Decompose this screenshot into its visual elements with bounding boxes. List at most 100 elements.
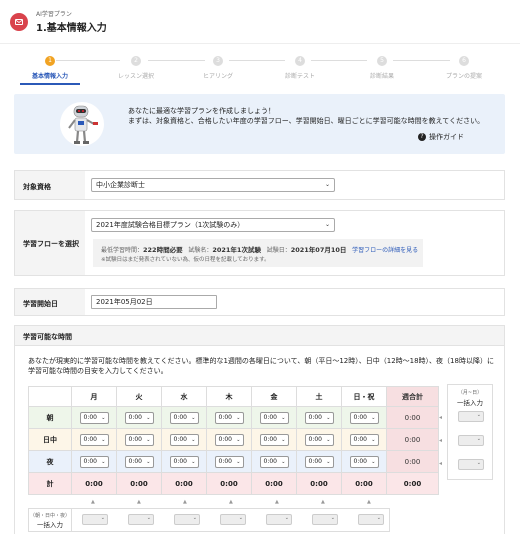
bulk-select-wed[interactable]: ⌄	[174, 514, 200, 525]
day-total: 0:00	[161, 472, 207, 495]
time-select[interactable]: 0:00 ⌄	[214, 433, 244, 446]
bulk-select-mon[interactable]: ⌄	[82, 514, 108, 525]
time-select[interactable]: 0:00 ⌄	[259, 433, 289, 446]
date-value: 2021年07月10日	[290, 246, 347, 254]
qualification-value: 中小企業診断士	[96, 181, 145, 189]
arrow-up-icon: ▲	[183, 499, 187, 505]
step-number: 4	[295, 56, 305, 66]
day-header: 月	[71, 386, 117, 407]
qualification-select[interactable]: 中小企業診断士 ⌄	[91, 178, 335, 192]
time-select[interactable]: 0:00 ⌄	[169, 433, 199, 446]
availability-description: あなたが現実的に学習可能な時間を教えてください。標準的な1週間の各曜日について、…	[28, 356, 498, 376]
time-select[interactable]: 0:00 ⌄	[214, 411, 244, 424]
schedule-table: 月 火 水 木 金 土 日・祝 週合計 朝 0:00 ⌄ 0:00 ⌄ 0:00 ⌄ …	[28, 386, 439, 495]
day-total: 0:00	[206, 472, 252, 495]
time-select[interactable]: 0:00 ⌄	[79, 455, 109, 468]
step-number: 6	[459, 56, 469, 66]
step-number: 5	[377, 56, 387, 66]
arrow-left-icon: ◂	[439, 460, 443, 467]
step-5: 5 診断結果	[347, 56, 417, 80]
row-total: 0:00	[386, 428, 439, 451]
bulk-input-by-slot: （朝・日中・夜） 一括入力 ⌄ ⌄ ⌄ ⌄ ⌄ ⌄ ⌄	[28, 508, 390, 532]
bulk-bottom-sub: （朝・日中・夜）	[29, 513, 70, 519]
start-date-input[interactable]: 2021年05月02日	[91, 295, 217, 309]
page-title: 1.基本情報入力	[36, 23, 107, 34]
bulk-select-daytime[interactable]: ⌄	[458, 435, 484, 446]
page-header: AI学習プラン 1.基本情報入力	[0, 0, 520, 44]
chevron-down-icon: ⌄	[324, 221, 330, 228]
arrow-left-icon: ◂	[439, 414, 443, 421]
row-label: 朝	[28, 406, 72, 429]
bulk-select-sun[interactable]: ⌄	[358, 514, 384, 525]
time-select[interactable]: 0:00 ⌄	[349, 455, 379, 468]
arrow-up-icon: ▲	[91, 499, 95, 505]
step-label: 基本情報入力	[31, 73, 68, 80]
time-select[interactable]: 0:00 ⌄	[349, 411, 379, 424]
day-header: 水	[161, 386, 207, 407]
flow-note: ※試験日はまだ発表されていない為、仮の日程を記載しております。	[101, 257, 270, 263]
guide-line-1: あなたに最適な学習プランを作成しましょう！	[128, 107, 275, 115]
time-select[interactable]: 0:00 ⌄	[79, 433, 109, 446]
bulk-select-morning[interactable]: ⌄	[458, 411, 484, 422]
operation-guide-link[interactable]: ? 操作ガイド	[418, 132, 464, 142]
flow-value: 2021年度試験合格目標プラン（1次試験のみ）	[96, 221, 245, 229]
time-select[interactable]: 0:00 ⌄	[304, 455, 334, 468]
step-1[interactable]: 1 基本情報入力	[15, 56, 85, 80]
time-select[interactable]: 0:00 ⌄	[169, 455, 199, 468]
step-4: 4 診断テスト	[265, 56, 335, 80]
start-date-label: 学習開始日	[23, 300, 58, 308]
time-select[interactable]: 0:00 ⌄	[214, 455, 244, 468]
table-row: 夜 0:00 ⌄ 0:00 ⌄ 0:00 ⌄ 0:00 ⌄ 0:00 ⌄ 0:00 ⌄ 0:…	[28, 450, 439, 473]
time-select[interactable]: 0:00 ⌄	[124, 455, 154, 468]
progress-stepper: 1 基本情報入力 2 レッスン選択 3 ヒアリング 4 診断テスト 5 診断結果…	[0, 56, 520, 82]
bulk-right-sub: （月~日）	[457, 390, 483, 396]
operation-guide-label: 操作ガイド	[429, 133, 464, 141]
bulk-select-fri[interactable]: ⌄	[266, 514, 292, 525]
active-step-underline	[20, 83, 80, 85]
guide-line-2: まずは、対象資格と、合格したい年度の学習フロー、学習開始日、曜日ごとに学習可能な…	[128, 117, 485, 125]
flow-info-box: 最低学習時間：222時間必要 試験名：2021年1次試験 試験日：2021年07…	[93, 239, 423, 267]
availability-title: 学習可能な時間	[15, 326, 504, 346]
start-date-row: 学習開始日 2021年05月02日	[14, 288, 505, 316]
day-header: 火	[116, 386, 162, 407]
bulk-select-night[interactable]: ⌄	[458, 459, 484, 470]
sum-row: 計 0:00 0:00 0:00 0:00 0:00 0:00 0:00 0:0…	[28, 472, 439, 495]
arrow-left-icon: ◂	[439, 437, 443, 444]
guide-banner: あなたに最適な学習プランを作成しましょう！ まずは、対象資格と、合格したい年度の…	[14, 94, 505, 154]
time-select[interactable]: 0:00 ⌄	[304, 411, 334, 424]
step-number: 1	[45, 56, 55, 66]
arrow-up-icon: ▲	[321, 499, 325, 505]
flow-select[interactable]: 2021年度試験合格目標プラン（1次試験のみ） ⌄	[91, 218, 335, 232]
time-select[interactable]: 0:00 ⌄	[259, 411, 289, 424]
time-select[interactable]: 0:00 ⌄	[124, 433, 154, 446]
time-select[interactable]: 0:00 ⌄	[349, 433, 379, 446]
bulk-select-thu[interactable]: ⌄	[220, 514, 246, 525]
step-label: 診断結果	[369, 73, 394, 80]
arrow-up-icon: ▲	[229, 499, 233, 505]
weekly-total-header: 週合計	[386, 386, 439, 407]
time-select[interactable]: 0:00 ⌄	[169, 411, 199, 424]
exam-label: 試験名：	[188, 247, 213, 254]
time-select[interactable]: 0:00 ⌄	[79, 411, 109, 424]
table-row: 日中 0:00 ⌄ 0:00 ⌄ 0:00 ⌄ 0:00 ⌄ 0:00 ⌄ 0:00 ⌄ 0…	[28, 428, 439, 451]
robot-icon	[60, 102, 104, 146]
sum-label: 計	[28, 472, 72, 495]
availability-desc-line-2: 学習可能な時間の目安を入力してください。	[28, 367, 168, 375]
row-total: 0:00	[386, 450, 439, 473]
step-number: 3	[213, 56, 223, 66]
corner-cell	[28, 386, 72, 407]
bulk-select-sat[interactable]: ⌄	[312, 514, 338, 525]
qualification-row: 対象資格 中小企業診断士 ⌄	[14, 170, 505, 200]
time-select[interactable]: 0:00 ⌄	[259, 455, 289, 468]
flow-label: 学習フローを選択	[23, 240, 79, 248]
flow-detail-link[interactable]: 学習フローの詳細を見る	[352, 247, 418, 254]
step-2: 2 レッスン選択	[101, 56, 171, 80]
bulk-bottom-label: 一括入力	[37, 521, 63, 529]
day-header: 木	[206, 386, 252, 407]
row-label: 日中	[28, 428, 72, 451]
bulk-select-tue[interactable]: ⌄	[128, 514, 154, 525]
availability-section: 学習可能な時間 あなたが現実的に学習可能な時間を教えてください。標準的な1週間の…	[14, 325, 505, 534]
day-total: 0:00	[341, 472, 387, 495]
time-select[interactable]: 0:00 ⌄	[304, 433, 334, 446]
time-select[interactable]: 0:00 ⌄	[124, 411, 154, 424]
